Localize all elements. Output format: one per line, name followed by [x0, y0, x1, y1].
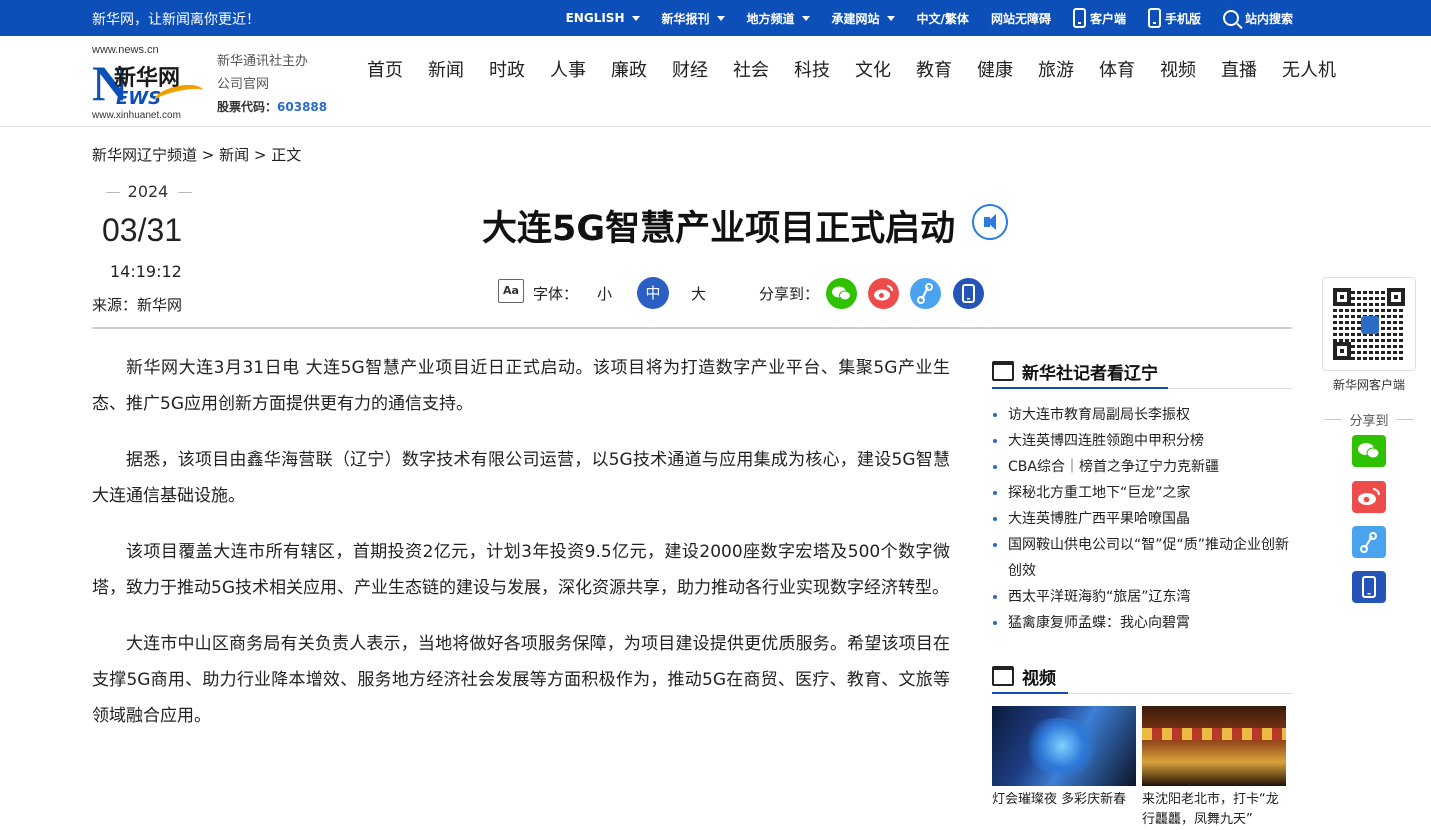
list-item[interactable]: 大连英博胜广西平果哈嘹国晶 [992, 506, 1292, 532]
top-links: ENGLISH 新华报刊 地方频道 承建网站 中文/繁体 网站无障碍 客户端 手… [566, 0, 1293, 36]
nav-politics[interactable]: 时政 [489, 56, 550, 82]
section-icon [992, 361, 1014, 381]
article-year: 2024 [106, 182, 192, 201]
nav-drone[interactable]: 无人机 [1282, 56, 1343, 82]
newspapers-link[interactable]: 新华报刊 [662, 10, 725, 27]
article-source: 来源：新华网 [92, 296, 183, 314]
nav-education[interactable]: 教育 [916, 56, 977, 82]
article-body: 新华网大连3月31日电 大连5G智慧产业项目近日正式启动。该项目将为打造数字产业… [92, 350, 950, 754]
sidebar-section-video: 视频 [992, 662, 1292, 694]
breadcrumb[interactable]: 新华网辽宁频道 > 新闻 > 正文 [92, 144, 301, 165]
list-item[interactable]: 探秘北方重工地下“巨龙”之家 [992, 480, 1292, 506]
accessibility-link[interactable]: 网站无障碍 [991, 10, 1051, 27]
share-label: 分享到： [759, 285, 820, 303]
phone-icon [1072, 8, 1086, 28]
nav-video[interactable]: 视频 [1160, 56, 1221, 82]
nav-travel[interactable]: 旅游 [1038, 56, 1099, 82]
font-medium-button[interactable]: 中 [637, 277, 669, 309]
client-app-link[interactable]: 客户端 [1072, 8, 1126, 28]
site-slogan: 新华网，让新闻离你更近！ [92, 12, 260, 28]
list-item[interactable]: 大连英博四连胜领跑中甲积分榜 [992, 428, 1292, 454]
article-month-day: 03/31 [102, 212, 183, 248]
language-toggle-link[interactable]: 中文/繁体 [917, 10, 969, 27]
mobile-icon[interactable] [1352, 571, 1386, 603]
nav-integrity[interactable]: 廉政 [611, 56, 672, 82]
chevron-down-icon [716, 15, 725, 21]
link-icon[interactable] [910, 278, 941, 309]
list-item[interactable]: CBA综合｜榜首之争辽宁力克新疆 [992, 454, 1292, 480]
article-paragraph: 大连市中山区商务局有关负责人表示，当地将做好各项服务保障，为项目建设提供更优质服… [92, 634, 950, 726]
weibo-icon[interactable] [868, 278, 899, 309]
video-thumbnail[interactable] [1142, 706, 1286, 786]
font-size-icon: Aa [498, 279, 524, 303]
wechat-icon[interactable] [826, 278, 857, 309]
qr-finder [1333, 342, 1351, 360]
speaker-icon[interactable] [972, 204, 1008, 240]
article-paragraph: 新华网大连3月31日电 大连5G智慧产业项目近日正式启动。该项目将为打造数字产业… [92, 358, 951, 414]
stock-code: 股票代码：603888 [217, 100, 328, 114]
site-header: www.news.cn N 新华网 EWS www.xinhuanet.com … [0, 36, 1431, 127]
list-item[interactable]: 西太平洋斑海豹“旅居”辽东湾 [992, 584, 1292, 610]
chevron-down-icon [801, 15, 810, 21]
nav-personnel[interactable]: 人事 [550, 56, 611, 82]
weibo-icon[interactable] [1352, 481, 1386, 513]
site-search-link[interactable]: 站内搜索 [1222, 10, 1293, 27]
nav-news[interactable]: 新闻 [428, 56, 489, 82]
article-paragraph: 该项目覆盖大连市所有辖区，首期投资2亿元，计划3年投资9.5亿元，建设2000座… [92, 542, 950, 598]
nav-tech[interactable]: 科技 [794, 56, 855, 82]
nav-live[interactable]: 直播 [1221, 56, 1282, 82]
english-link[interactable]: ENGLISH [566, 11, 640, 25]
font-size-label: 字体： [533, 285, 579, 303]
site-logo[interactable]: www.news.cn N 新华网 EWS www.xinhuanet.com [92, 44, 206, 121]
qr-caption: 新华网客户端 [1332, 378, 1405, 392]
search-icon [1222, 10, 1239, 26]
organization-info: 新华通讯社主办 公司官网 股票代码：603888 [217, 50, 327, 119]
chevron-down-icon [886, 15, 895, 21]
mobile-icon[interactable] [953, 278, 984, 309]
font-small-button[interactable]: 小 [597, 283, 612, 304]
nav-health[interactable]: 健康 [977, 56, 1038, 82]
mobile-version-link[interactable]: 手机版 [1147, 8, 1201, 28]
float-share-label: 分享到 [1322, 410, 1416, 429]
article-time: 14:19:12 [110, 262, 182, 281]
sidebar-section-reporters: 新华社记者看辽宁 [992, 357, 1292, 389]
hosted-sites-link[interactable]: 承建网站 [832, 10, 895, 27]
top-bar: 新华网，让新闻离你更近！ ENGLISH 新华报刊 地方频道 承建网站 中文/繁… [0, 0, 1431, 36]
qr-code-icon [1322, 277, 1416, 371]
article-paragraph: 据悉，该项目由鑫华海营联（辽宁）数字技术有限公司运营，以5G技术通道与应用集成为… [92, 450, 950, 506]
wechat-icon[interactable] [1352, 435, 1386, 467]
section-underline [992, 387, 1168, 389]
list-item[interactable]: 访大连市教育局副局长李振权 [992, 402, 1292, 428]
section-icon [992, 666, 1014, 686]
local-channels-link[interactable]: 地方频道 [747, 10, 810, 27]
list-item[interactable]: 猛禽康复师孟蝶：我心向碧霄 [992, 610, 1292, 636]
section-title[interactable]: 新华社记者看辽宁 [1022, 359, 1158, 384]
nav-home[interactable]: 首页 [367, 56, 428, 82]
sidebar-news-list: 访大连市教育局副局长李振权 大连英博四连胜领跑中甲积分榜 CBA综合｜榜首之争辽… [992, 402, 1292, 636]
qr-finder [1333, 288, 1351, 306]
qr-logo [1361, 316, 1379, 334]
video-caption[interactable]: 来沈阳老北市，打卡“龙行龘龘，凤舞九天” [1142, 790, 1290, 830]
link-icon[interactable] [1352, 526, 1386, 558]
video-caption[interactable]: 灯会璀璨夜 多彩庆新春 [992, 790, 1140, 810]
section-title[interactable]: 视频 [1022, 664, 1056, 689]
main-nav: 首页 新闻 时政 人事 廉政 财经 社会 科技 文化 教育 健康 旅游 体育 视… [367, 56, 1343, 82]
qr-finder [1387, 288, 1405, 306]
nav-culture[interactable]: 文化 [855, 56, 916, 82]
tablet-icon [1147, 8, 1161, 28]
nav-finance[interactable]: 财经 [672, 56, 733, 82]
video-thumbnail[interactable] [992, 706, 1136, 786]
nav-sports[interactable]: 体育 [1099, 56, 1160, 82]
nav-society[interactable]: 社会 [733, 56, 794, 82]
section-underline [992, 692, 1068, 694]
article-title: 大连5G智慧产业项目正式启动 [482, 209, 956, 249]
list-item[interactable]: 国网鞍山供电公司以“智”促“质”推动企业创新创效 [992, 532, 1292, 584]
font-large-button[interactable]: 大 [691, 283, 706, 304]
divider [92, 327, 1292, 329]
chevron-down-icon [631, 15, 640, 21]
